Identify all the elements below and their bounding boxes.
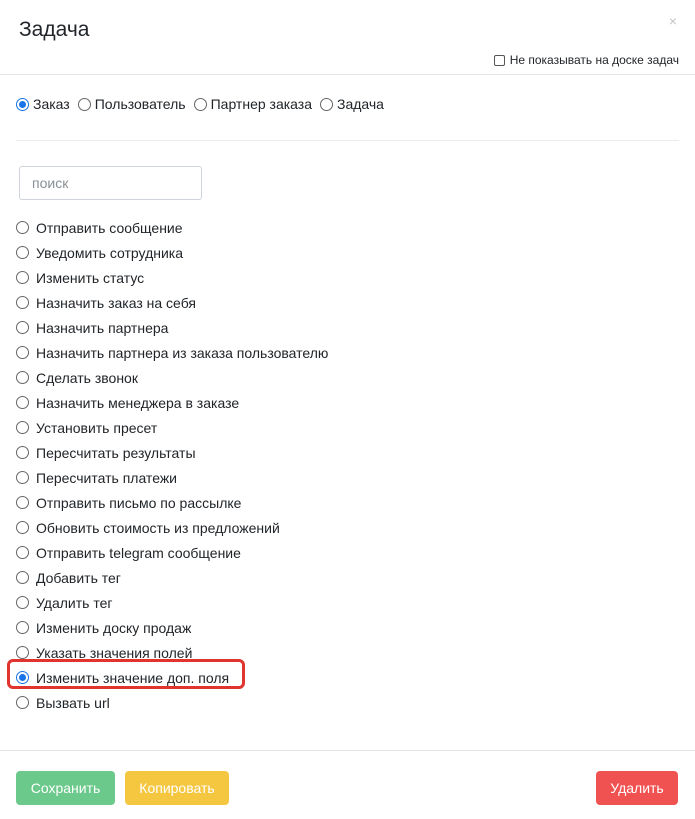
action-label: Сделать звонок [36, 369, 138, 386]
type-radio[interactable] [16, 97, 29, 111]
action-option[interactable]: Обновить стоимость из предложений [16, 515, 328, 540]
action-radio[interactable] [16, 346, 29, 359]
action-label: Удалить тег [36, 594, 113, 611]
action-option[interactable]: Вызвать url [16, 690, 328, 715]
action-radio[interactable] [16, 596, 29, 609]
action-label: Установить пресет [36, 419, 158, 436]
hide-on-board-label: Не показывать на доске задач [509, 53, 679, 67]
action-label: Изменить доску продаж [36, 619, 192, 636]
save-button[interactable]: Сохранить [16, 771, 115, 805]
action-option[interactable]: Указать значения полей [16, 640, 328, 665]
action-radio[interactable] [16, 396, 29, 409]
action-option[interactable]: Назначить заказ на себя [16, 290, 328, 315]
action-radio[interactable] [16, 246, 29, 259]
divider [16, 140, 679, 141]
action-label: Пересчитать результаты [36, 444, 196, 461]
action-label: Вызвать url [36, 694, 110, 711]
type-label: Пользователь [94, 96, 186, 112]
action-radio[interactable] [16, 646, 29, 659]
search-input[interactable] [19, 166, 202, 200]
close-icon[interactable]: × [669, 14, 677, 28]
action-label: Отправить telegram сообщение [36, 544, 241, 561]
type-option-order-partner[interactable]: Партнер заказа [193, 96, 312, 112]
action-radio[interactable] [16, 621, 29, 634]
action-label: Уведомить сотрудника [36, 244, 184, 261]
action-option[interactable]: Уведомить сотрудника [16, 240, 328, 265]
action-radio[interactable] [16, 696, 29, 709]
modal-header: Задача × Не показывать на доске задач [0, 0, 695, 75]
action-radio[interactable] [16, 421, 29, 434]
actions-list: Отправить сообщение Уведомить сотрудника И… [16, 215, 328, 715]
action-radio[interactable] [16, 496, 29, 509]
action-label: Отправить сообщение [36, 219, 183, 236]
action-option[interactable]: Назначить менеджера в заказе [16, 390, 328, 415]
copy-button[interactable]: Копировать [125, 771, 229, 805]
action-label: Добавить тег [36, 569, 121, 586]
delete-button[interactable]: Удалить [596, 771, 678, 805]
action-option[interactable]: Изменить доску продаж [16, 615, 328, 640]
action-option[interactable]: Назначить партнера из заказа пользовател… [16, 340, 328, 365]
type-option-user[interactable]: Пользователь [77, 96, 186, 112]
action-label: Изменить значение доп. поля [36, 669, 230, 686]
type-option-order[interactable]: Заказ [16, 96, 70, 112]
action-radio[interactable] [16, 571, 29, 584]
action-option[interactable]: Изменить значение доп. поля [16, 665, 328, 690]
action-radio[interactable] [16, 296, 29, 309]
action-radio[interactable] [16, 271, 29, 284]
modal-title: Задача [19, 18, 90, 41]
action-option[interactable]: Отправить письмо по рассылке [16, 490, 328, 515]
type-radio[interactable] [320, 97, 333, 111]
hide-on-board-checkbox[interactable] [493, 54, 505, 66]
action-option[interactable]: Изменить статус [16, 265, 328, 290]
action-label: Назначить заказ на себя [36, 294, 196, 311]
action-radio[interactable] [16, 671, 29, 684]
action-option[interactable]: Установить пресет [16, 415, 328, 440]
type-option-task[interactable]: Задача [320, 96, 384, 112]
action-option[interactable]: Отправить telegram сообщение [16, 540, 328, 565]
action-option[interactable]: Добавить тег [16, 565, 328, 590]
action-label: Отправить письмо по рассылке [36, 494, 242, 511]
type-radio[interactable] [193, 97, 207, 111]
action-option[interactable]: Пересчитать платежи [16, 465, 328, 490]
action-option[interactable]: Сделать звонок [16, 365, 328, 390]
action-radio[interactable] [16, 221, 29, 234]
entity-type-group: Заказ Пользователь Партнер заказа Задача [16, 96, 392, 112]
action-label: Указать значения полей [36, 644, 193, 661]
action-radio[interactable] [16, 521, 29, 534]
task-modal: Задача × Не показывать на доске задач За… [0, 0, 695, 818]
action-option[interactable]: Пересчитать результаты [16, 440, 328, 465]
hide-on-board-option[interactable]: Не показывать на доске задач [493, 53, 679, 67]
action-label: Назначить партнера [36, 319, 169, 336]
action-label: Пересчитать платежи [36, 469, 178, 486]
type-label: Партнер заказа [210, 96, 312, 112]
type-label: Заказ [33, 96, 70, 112]
action-radio[interactable] [16, 471, 29, 484]
type-label: Задача [337, 96, 384, 112]
action-option[interactable]: Удалить тег [16, 590, 328, 615]
action-label: Назначить партнера из заказа пользовател… [36, 344, 329, 361]
action-radio[interactable] [16, 546, 29, 559]
type-radio[interactable] [77, 97, 91, 111]
action-radio[interactable] [16, 371, 29, 384]
action-option[interactable]: Назначить партнера [16, 315, 328, 340]
modal-footer: Сохранить Копировать Удалить [0, 750, 695, 819]
action-label: Назначить менеджера в заказе [36, 394, 240, 411]
action-option[interactable]: Отправить сообщение [16, 215, 328, 240]
action-label: Изменить статус [36, 269, 145, 286]
action-radio[interactable] [16, 446, 29, 459]
action-radio[interactable] [16, 321, 29, 334]
action-label: Обновить стоимость из предложений [36, 519, 280, 536]
